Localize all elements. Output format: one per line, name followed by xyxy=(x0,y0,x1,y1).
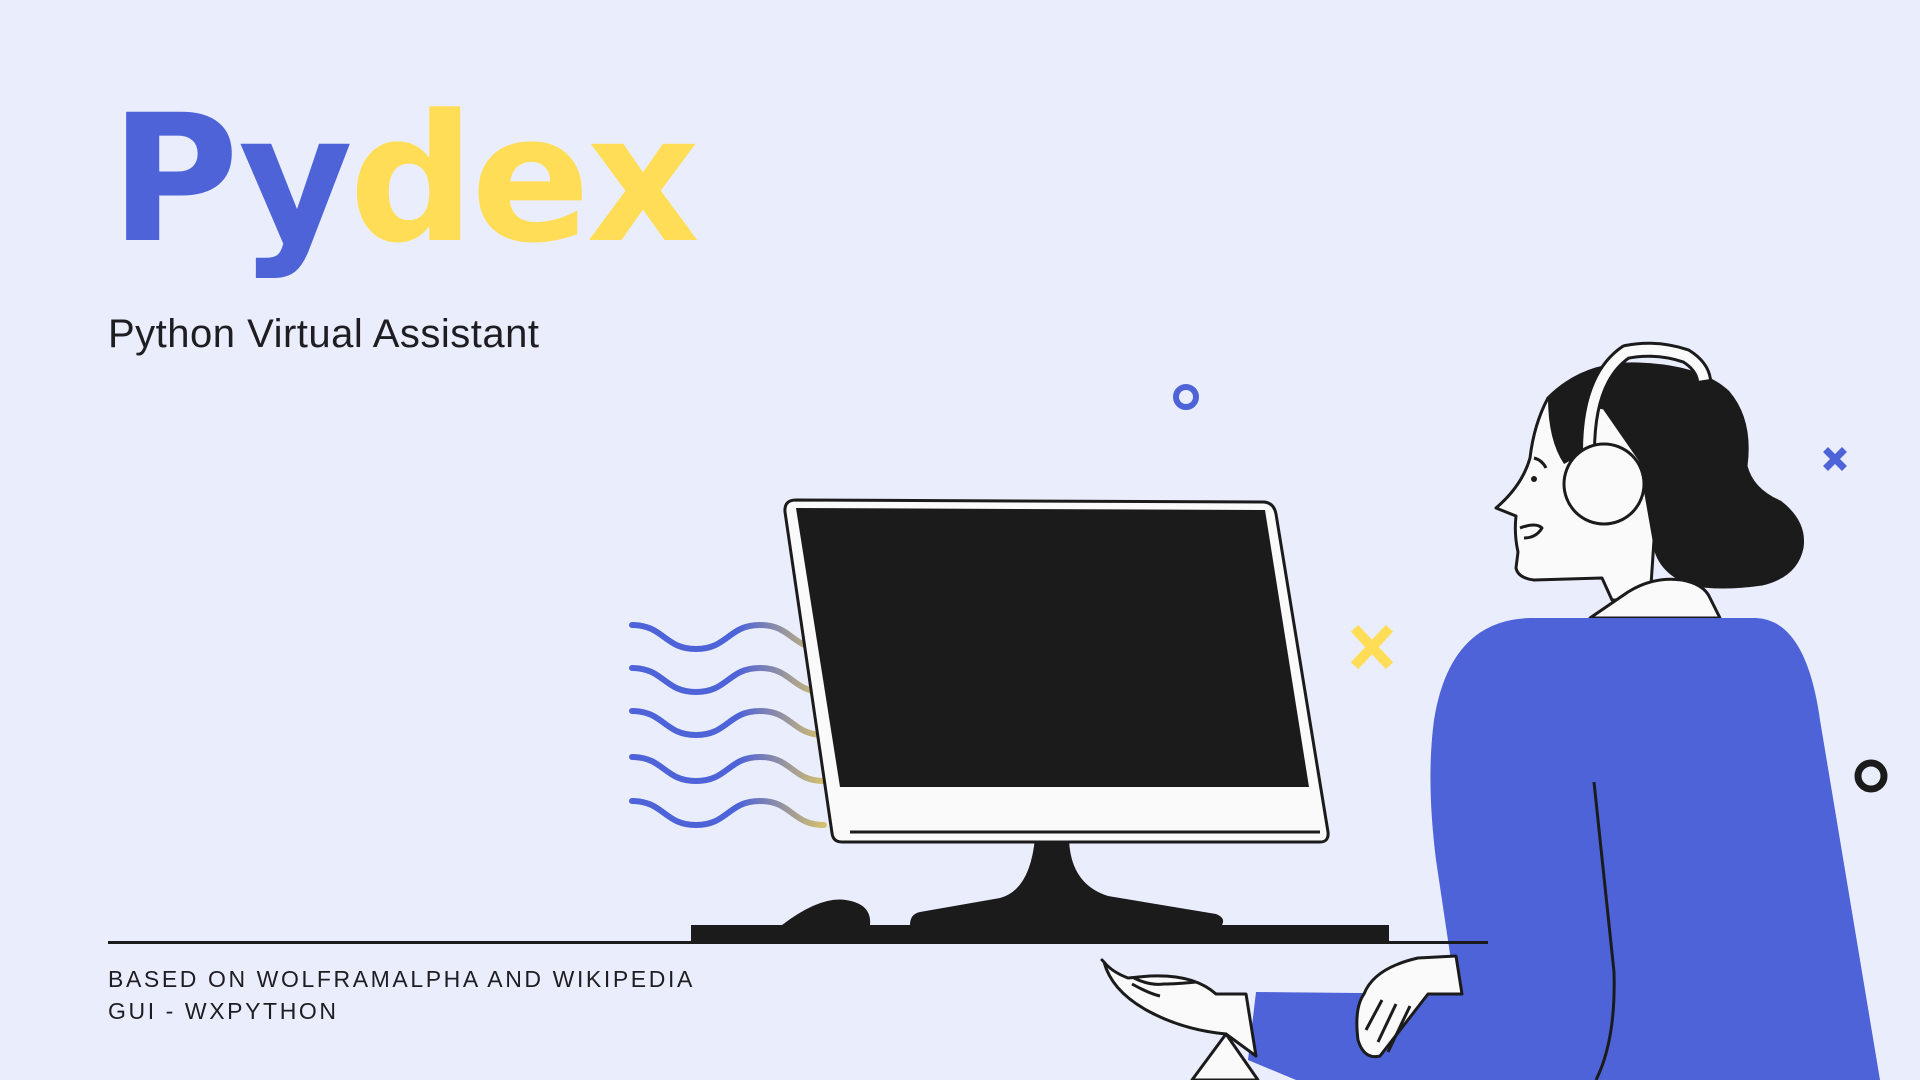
illustration xyxy=(629,341,1888,1080)
sound-waves-icon xyxy=(629,621,827,829)
ring-black-icon xyxy=(1854,759,1888,793)
cross-blue-icon xyxy=(1823,447,1847,471)
cross-yellow-icon xyxy=(1350,624,1394,670)
slide: Pydex Python Virtual Assistant BASED ON … xyxy=(0,0,1920,1080)
desk-line-divider xyxy=(108,941,1488,944)
monitor-stand-icon xyxy=(910,838,1224,925)
computer-monitor-icon xyxy=(783,498,1330,844)
computer-mouse-icon xyxy=(782,899,871,925)
footer-line-gui: GUI - WXPYTHON xyxy=(108,998,339,1024)
ring-blue-icon xyxy=(1173,384,1199,410)
footer-line-based-on: BASED ON WOLFRAMALPHA AND WIKIPEDIA xyxy=(108,966,695,992)
